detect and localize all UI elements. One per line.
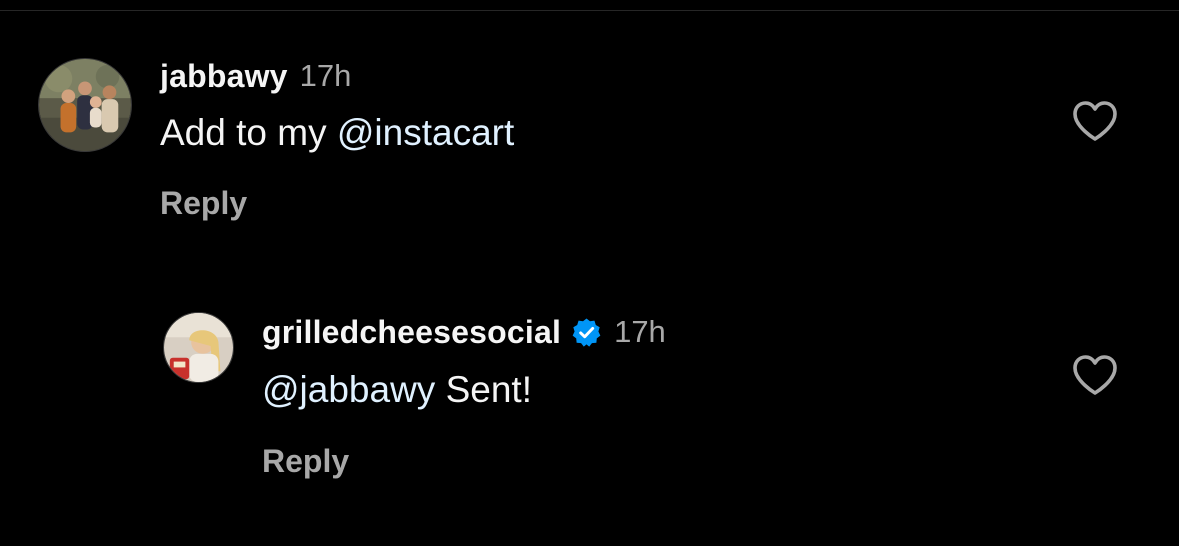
- comment-text-after: Sent!: [435, 369, 532, 410]
- avatar-image: [164, 313, 233, 382]
- comment-header: jabbawy 17h: [160, 58, 351, 94]
- comment-text: Add to my @instacart: [160, 112, 514, 154]
- mention-link[interactable]: @jabbawy: [262, 369, 435, 410]
- heart-outline-icon: [1073, 355, 1117, 395]
- mention-link[interactable]: @instacart: [337, 112, 514, 153]
- top-divider: [0, 10, 1179, 11]
- avatar-image: [39, 59, 131, 151]
- username[interactable]: grilledcheesesocial: [262, 314, 561, 351]
- avatar[interactable]: [163, 312, 234, 383]
- username[interactable]: jabbawy: [160, 58, 288, 95]
- avatar[interactable]: [38, 58, 132, 152]
- like-button[interactable]: [1071, 353, 1119, 397]
- heart-outline-icon: [1073, 101, 1117, 141]
- comment-text-before: Add to my: [160, 112, 337, 153]
- comment-header: grilledcheesesocial 17h: [262, 313, 666, 351]
- reply-button[interactable]: Reply: [160, 185, 247, 222]
- comment-text: @jabbawy Sent!: [262, 369, 532, 411]
- timestamp: 17h: [299, 58, 352, 93]
- timestamp: 17h: [614, 314, 666, 349]
- reply-button[interactable]: Reply: [262, 443, 349, 480]
- verified-badge-icon: [571, 317, 602, 348]
- like-button[interactable]: [1071, 99, 1119, 143]
